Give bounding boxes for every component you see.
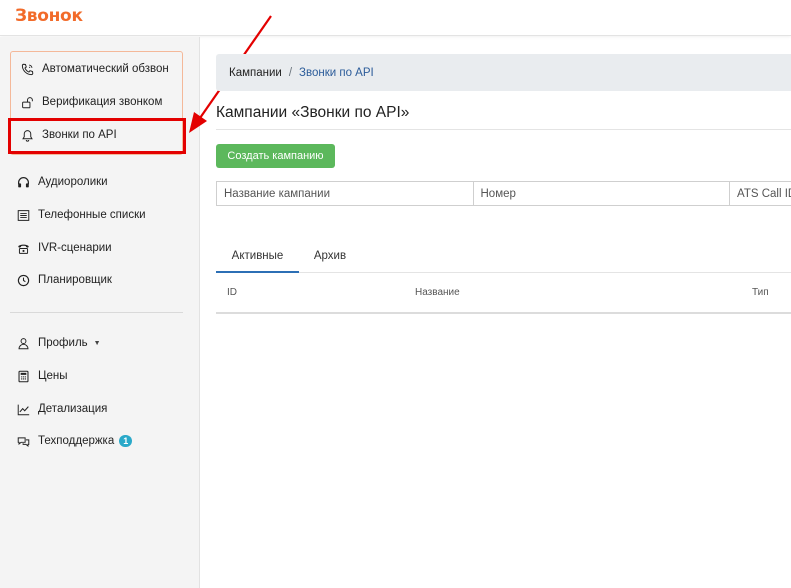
filter-row bbox=[216, 181, 791, 206]
top-bar: Звонок bbox=[0, 0, 791, 36]
sidebar-item-profile[interactable]: Профиль ▼ bbox=[16, 333, 101, 353]
highlight-box bbox=[8, 118, 186, 154]
sidebar-item-label: Автоматический обзвон bbox=[42, 63, 169, 75]
headphones-icon bbox=[16, 175, 30, 189]
calculator-icon bbox=[16, 369, 30, 383]
ats-call-id-filter-input[interactable] bbox=[730, 182, 791, 205]
list-icon bbox=[16, 208, 30, 222]
sidebar-item-label: Детализация bbox=[38, 403, 108, 415]
sidebar-item-call-verification[interactable]: Верификация звонком bbox=[20, 92, 162, 112]
user-icon bbox=[16, 336, 30, 350]
sidebar-item-label: Верификация звонком bbox=[42, 96, 163, 108]
sidebar-item-label: Телефонные списки bbox=[38, 209, 146, 221]
sidebar-item-label: Цены bbox=[38, 370, 68, 382]
breadcrumb-current: Звонки по API bbox=[299, 66, 374, 79]
table-header: ID Название Тип bbox=[216, 283, 791, 314]
sidebar-item-support[interactable]: Техподдержка 1 bbox=[16, 431, 133, 451]
tab-archive[interactable]: Архив bbox=[299, 240, 361, 272]
sidebar-item-label: IVR-сценарии bbox=[38, 242, 112, 254]
sidebar-item-ivr[interactable]: IVR-сценарии bbox=[16, 238, 112, 258]
desk-phone-icon bbox=[16, 241, 30, 255]
title-divider bbox=[216, 129, 791, 130]
app-logo[interactable]: Звонок bbox=[15, 6, 83, 26]
page-title: Кампании «Звонки по API» bbox=[216, 104, 410, 121]
sidebar-item-label: Планировщик bbox=[38, 274, 112, 286]
sidebar-item-auto-dial[interactable]: Автоматический обзвон bbox=[20, 59, 169, 79]
campaign-name-filter-input[interactable] bbox=[217, 182, 474, 205]
sidebar-item-details[interactable]: Детализация bbox=[16, 399, 107, 419]
sidebar-item-prices[interactable]: Цены bbox=[16, 366, 68, 386]
number-filter-input[interactable] bbox=[473, 182, 730, 205]
unlock-icon bbox=[20, 95, 34, 109]
chevron-down-icon: ▼ bbox=[93, 339, 101, 347]
campaign-tabs: Активные Архив bbox=[216, 240, 791, 273]
breadcrumb-separator: / bbox=[288, 66, 293, 79]
sidebar-item-label: Аудиоролики bbox=[38, 176, 108, 188]
sidebar-divider bbox=[10, 312, 183, 313]
column-header-name[interactable]: Название bbox=[415, 287, 460, 298]
sidebar-item-label: Профиль bbox=[38, 337, 88, 349]
sidebar-item-scheduler[interactable]: Планировщик bbox=[16, 270, 112, 290]
sidebar-item-phone-lists[interactable]: Телефонные списки bbox=[16, 205, 146, 225]
column-header-type[interactable]: Тип bbox=[752, 287, 769, 298]
phone-call-icon bbox=[20, 62, 34, 76]
breadcrumb: Кампании / Звонки по API bbox=[216, 54, 791, 91]
sidebar-item-audio[interactable]: Аудиоролики bbox=[16, 172, 108, 192]
column-header-id[interactable]: ID bbox=[227, 287, 237, 298]
clock-icon bbox=[16, 273, 30, 287]
support-count-badge: 1 bbox=[119, 435, 133, 447]
sidebar-item-label: Техподдержка bbox=[38, 435, 115, 447]
breadcrumb-campaigns-link[interactable]: Кампании bbox=[229, 67, 282, 79]
tab-active[interactable]: Активные bbox=[216, 240, 299, 273]
chart-line-icon bbox=[16, 402, 30, 416]
create-campaign-button[interactable]: Создать кампанию bbox=[216, 144, 335, 168]
chat-icon bbox=[16, 434, 30, 448]
